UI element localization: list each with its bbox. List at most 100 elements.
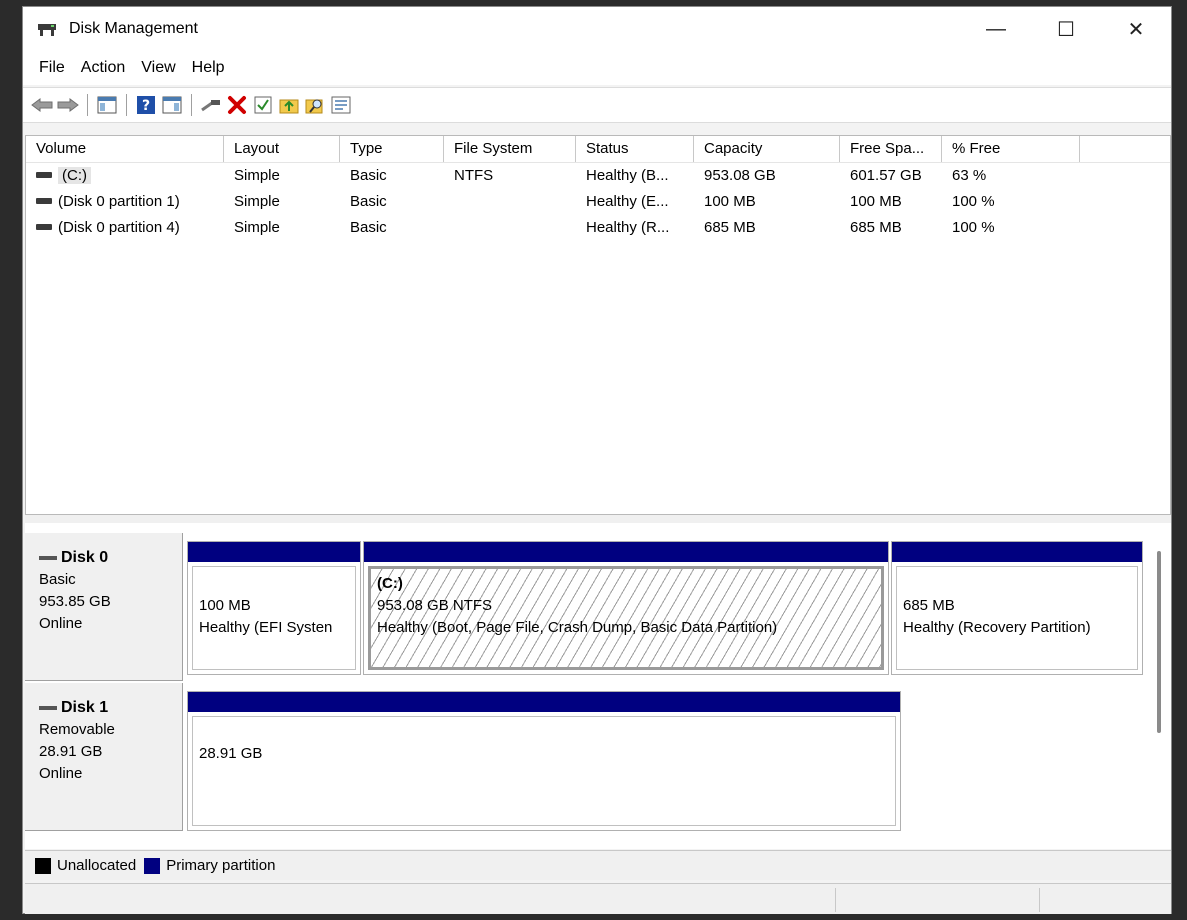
file-system-cell: NTFS <box>454 167 494 184</box>
column-header-type[interactable]: Type <box>340 136 444 162</box>
free-space-cell: 601.57 GB <box>850 167 922 184</box>
primary-partition-swatch <box>144 857 161 874</box>
help-icon[interactable]: ? <box>134 93 158 117</box>
minimize-button[interactable]: — <box>961 7 1031 51</box>
partition-name: (C:) <box>377 575 403 592</box>
partition-size: 28.91 GB <box>199 745 263 762</box>
table-row[interactable]: (Disk 0 partition 1) Simple Basic Health… <box>26 189 1170 215</box>
status-cell: Healthy (E... <box>586 193 669 210</box>
disk-1-label[interactable]: Disk 1 Removable 28.91 GB Online <box>25 683 183 831</box>
unallocated-swatch <box>35 857 51 874</box>
volume-list: Volume Layout Type File System Status Ca… <box>25 135 1171 515</box>
primary-partition-bar <box>188 692 900 712</box>
column-header-capacity[interactable]: Capacity <box>694 136 840 162</box>
graphical-view-scrollbar[interactable] <box>1157 551 1161 733</box>
delete-icon[interactable] <box>225 93 249 117</box>
minimize-icon: — <box>986 17 1006 40</box>
free-space-cell: 685 MB <box>850 219 902 236</box>
status-cell: Healthy (R... <box>586 219 670 236</box>
column-header-layout[interactable]: Layout <box>224 136 340 162</box>
partition-size: 685 MB <box>903 597 955 614</box>
connect-icon[interactable] <box>199 93 223 117</box>
disk-0-label[interactable]: Disk 0 Basic 953.85 GB Online <box>25 533 183 681</box>
disk-0-row: Disk 0 Basic 953.85 GB Online 100 MB Hea… <box>25 533 1145 683</box>
legend: Unallocated Primary partition <box>25 850 1171 880</box>
type-cell: Basic <box>350 167 387 184</box>
type-cell: Basic <box>350 219 387 236</box>
menu-action[interactable]: Action <box>73 51 133 85</box>
check-icon[interactable] <box>251 93 275 117</box>
column-header-file-system[interactable]: File System <box>444 136 576 162</box>
disk-icon <box>39 555 57 560</box>
partition-size: 953.08 GB NTFS <box>377 597 493 614</box>
toolbar: ? <box>23 87 1171 123</box>
percent-free-cell: 100 % <box>952 193 995 210</box>
file-system-cell <box>444 189 576 215</box>
close-button[interactable]: ✕ <box>1101 7 1171 51</box>
free-space-cell: 100 MB <box>850 193 902 210</box>
capacity-cell: 100 MB <box>704 193 756 210</box>
list-header: Volume Layout Type File System Status Ca… <box>26 136 1170 163</box>
search-folder-icon[interactable] <box>303 93 327 117</box>
legend-label: Unallocated <box>57 857 137 874</box>
table-row[interactable]: (C:) Simple Basic NTFS Healthy (B... 953… <box>26 163 1170 189</box>
forward-arrow-icon[interactable] <box>56 93 80 117</box>
column-header-volume[interactable]: Volume <box>26 136 224 162</box>
column-header-status[interactable]: Status <box>576 136 694 162</box>
status-divider <box>1039 888 1040 912</box>
drive-icon <box>36 198 52 205</box>
window-title: Disk Management <box>69 20 198 37</box>
disk-management-app-icon <box>37 21 57 37</box>
partition-status: Healthy (EFI Systen <box>199 619 333 636</box>
up-folder-icon[interactable] <box>277 93 301 117</box>
disk-state: Online <box>39 615 83 632</box>
toolbar-separator <box>87 94 88 116</box>
toolbar-separator <box>191 94 192 116</box>
svg-text:?: ? <box>142 98 150 114</box>
menu-view[interactable]: View <box>133 51 183 85</box>
layout-cell: Simple <box>234 167 280 184</box>
back-arrow-icon[interactable] <box>30 93 54 117</box>
table-row[interactable]: (Disk 0 partition 4) Simple Basic Health… <box>26 215 1170 241</box>
close-icon: ✕ <box>1127 18 1145 41</box>
partition-status: Healthy (Boot, Page File, Crash Dump, Ba… <box>377 619 778 636</box>
status-cell: Healthy (B... <box>586 167 669 184</box>
status-divider <box>835 888 836 912</box>
disk-size: 28.91 GB <box>39 743 103 760</box>
menu-file[interactable]: File <box>31 51 73 85</box>
properties-icon[interactable] <box>329 93 353 117</box>
status-bar <box>25 883 1171 914</box>
column-header-empty <box>1080 136 1170 162</box>
partition-recovery[interactable]: 685 MB Healthy (Recovery Partition) <box>891 541 1143 675</box>
capacity-cell: 685 MB <box>704 219 756 236</box>
legend-unallocated: Unallocated <box>35 857 136 874</box>
volume-name: (C:) <box>58 167 91 184</box>
disk-1-row: Disk 1 Removable 28.91 GB Online 28.91 G… <box>25 683 925 833</box>
primary-partition-bar <box>188 542 360 562</box>
title-bar: Disk Management — ☐ ✕ <box>23 7 1171 51</box>
partition-status: Healthy (Recovery Partition) <box>903 619 1091 636</box>
console-tree-icon[interactable] <box>95 93 119 117</box>
disk-size: 953.85 GB <box>39 593 111 610</box>
partition-efi[interactable]: 100 MB Healthy (EFI Systen <box>187 541 361 675</box>
partition-disk-1[interactable]: 28.91 GB <box>187 691 901 831</box>
maximize-icon: ☐ <box>1057 18 1075 41</box>
column-header-free-space[interactable]: Free Spa... <box>840 136 942 162</box>
percent-free-cell: 63 % <box>952 167 987 184</box>
disk-type: Removable <box>39 721 115 738</box>
volume-name: (Disk 0 partition 1) <box>58 193 180 210</box>
volume-name: (Disk 0 partition 4) <box>58 219 180 236</box>
layout-cell: Simple <box>234 219 280 236</box>
file-system-cell <box>444 215 576 241</box>
disk-icon <box>39 705 57 710</box>
drive-icon <box>36 224 52 231</box>
menu-help[interactable]: Help <box>184 51 233 85</box>
partition-size: 100 MB <box>199 597 251 614</box>
action-pane-icon[interactable] <box>160 93 184 117</box>
column-header-percent-free[interactable]: % Free <box>942 136 1080 162</box>
disk-state: Online <box>39 765 83 782</box>
menu-bar: File Action View Help <box>23 51 1171 85</box>
legend-label: Primary partition <box>166 857 276 874</box>
maximize-button[interactable]: ☐ <box>1031 7 1101 51</box>
partition-c-drive[interactable]: (C:) 953.08 GB NTFS Healthy (Boot, Page … <box>363 541 889 675</box>
